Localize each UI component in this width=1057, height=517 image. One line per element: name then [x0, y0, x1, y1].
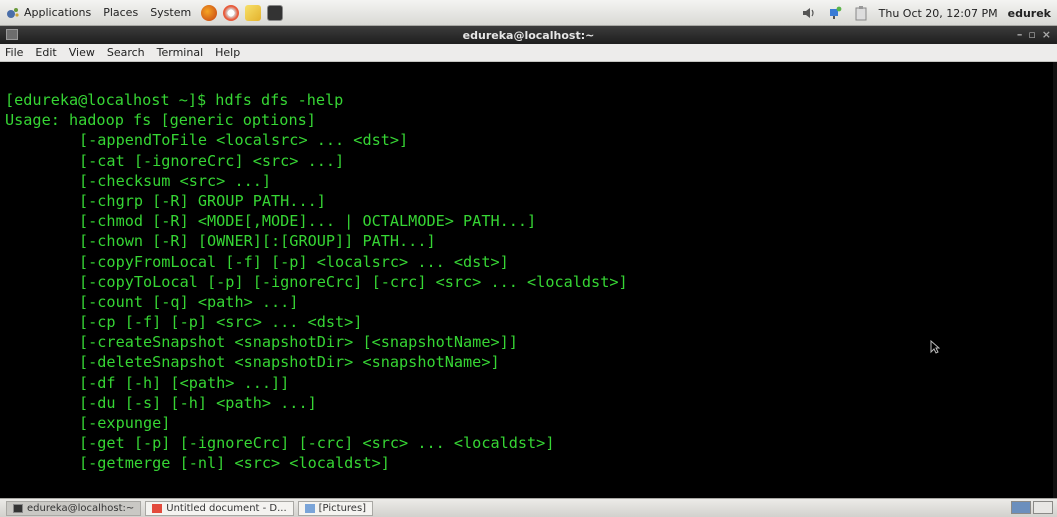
workspace-2[interactable]	[1033, 501, 1053, 514]
window-controls: – ▫ ×	[1017, 28, 1051, 41]
terminal-line: [-du [-s] [-h] <path> ...]	[79, 393, 317, 412]
terminal-line: [-cp [-f] [-p] <src> ... <dst>]	[79, 313, 363, 332]
terminal-icon	[13, 503, 23, 513]
terminal-scrollbar[interactable]	[1053, 62, 1057, 498]
terminal-prompt-line: [edureka@localhost ~]$ hdfs dfs -help	[5, 91, 344, 109]
taskbar-item-terminal[interactable]: edureka@localhost:~	[6, 500, 142, 516]
terminal-line: [-count [-q] <path> ...]	[79, 292, 299, 311]
taskbar-item-label: Untitled document - D...	[166, 502, 287, 514]
applications-menu-label: Applications	[24, 6, 92, 19]
terminal-line: [-checksum <src> ...]	[79, 171, 272, 190]
mouse-pointer-icon	[930, 340, 940, 354]
top-panel: Applications Places System Thu Oct 20, 1…	[0, 0, 1057, 26]
bottom-taskbar: edureka@localhost:~ Untitled document - …	[0, 498, 1057, 517]
document-icon	[152, 503, 163, 513]
help-icon[interactable]	[223, 4, 240, 21]
taskbar-item-pictures[interactable]: [Pictures]	[297, 500, 374, 516]
menu-edit[interactable]: Edit	[35, 46, 56, 59]
terminal-line: [-copyToLocal [-p] [-ignoreCrc] [-crc] <…	[79, 272, 628, 291]
close-icon[interactable]: ×	[1042, 28, 1051, 41]
terminal-usage-line: Usage: hadoop fs [generic options]	[5, 111, 316, 130]
taskbar-item-document[interactable]: Untitled document - D...	[145, 500, 294, 516]
window-titlebar[interactable]: edureka@localhost:~ – ▫ ×	[0, 26, 1057, 44]
terminal-line: [-appendToFile <localsrc> ... <dst>]	[79, 131, 409, 150]
menu-view[interactable]: View	[69, 46, 95, 59]
menu-terminal[interactable]: Terminal	[157, 46, 204, 59]
terminal-line: [-copyFromLocal [-f] [-p] <localsrc> ...…	[79, 252, 509, 271]
menu-search[interactable]: Search	[107, 46, 145, 59]
terminal-line: [-chgrp [-R] GROUP PATH...]	[79, 191, 326, 210]
window-title: edureka@localhost:~	[462, 28, 595, 42]
terminal-icon[interactable]	[267, 4, 284, 21]
terminal-line: [-createSnapshot <snapshotDir> [<snapsho…	[79, 333, 518, 352]
applications-menu[interactable]: Applications	[6, 6, 91, 20]
window-menu-icon[interactable]	[6, 29, 18, 40]
network-icon[interactable]	[827, 5, 843, 21]
workspace-1[interactable]	[1011, 501, 1031, 514]
terminal-line: [-getmerge [-nl] <src> <localdst>]	[79, 454, 390, 473]
clipboard-icon[interactable]	[853, 5, 869, 21]
folder-icon	[304, 503, 315, 513]
terminal-line: [-chown [-R] [OWNER][:[GROUP]] PATH...]	[79, 232, 436, 251]
terminal-line: [-get [-p] [-ignoreCrc] [-crc] <src> ...…	[79, 434, 555, 453]
maximize-icon[interactable]: ▫	[1028, 28, 1035, 41]
panel-launchers	[201, 4, 284, 21]
places-menu-label: Places	[103, 6, 139, 19]
notes-icon[interactable]	[245, 4, 262, 21]
panel-user[interactable]: edurek	[1008, 7, 1051, 20]
terminal-output[interactable]: [edureka@localhost ~]$ hdfs dfs -help Us…	[0, 62, 1057, 498]
system-menu[interactable]: System	[150, 6, 191, 19]
terminal-line: [-chmod [-R] <MODE[,MODE]... | OCTALMODE…	[79, 212, 537, 231]
panel-menu: Applications Places System	[0, 6, 191, 20]
taskbar-item-label: edureka@localhost:~	[27, 502, 135, 514]
volume-icon[interactable]	[801, 5, 817, 21]
terminal-line: [-df [-h] [<path> ...]]	[79, 373, 290, 392]
gnome-foot-icon	[7, 7, 19, 18]
terminal-line: [-deleteSnapshot <snapshotDir> <snapshot…	[79, 353, 500, 372]
minimize-icon[interactable]: –	[1017, 28, 1023, 41]
terminal-menubar: File Edit View Search Terminal Help	[0, 44, 1057, 62]
taskbar-item-label: [Pictures]	[318, 502, 367, 514]
places-menu[interactable]: Places	[103, 6, 138, 19]
terminal-line: [-expunge]	[79, 414, 171, 432]
system-menu-label: System	[150, 6, 192, 19]
terminal-line: [-cat [-ignoreCrc] <src> ...]	[79, 151, 345, 170]
menu-file[interactable]: File	[5, 46, 23, 59]
firefox-icon[interactable]	[201, 4, 218, 21]
clock[interactable]: Thu Oct 20, 12:07 PM	[879, 7, 998, 20]
menu-help[interactable]: Help	[215, 46, 240, 59]
workspace-switcher	[1011, 501, 1053, 514]
system-tray: Thu Oct 20, 12:07 PM edurek	[801, 0, 1051, 26]
